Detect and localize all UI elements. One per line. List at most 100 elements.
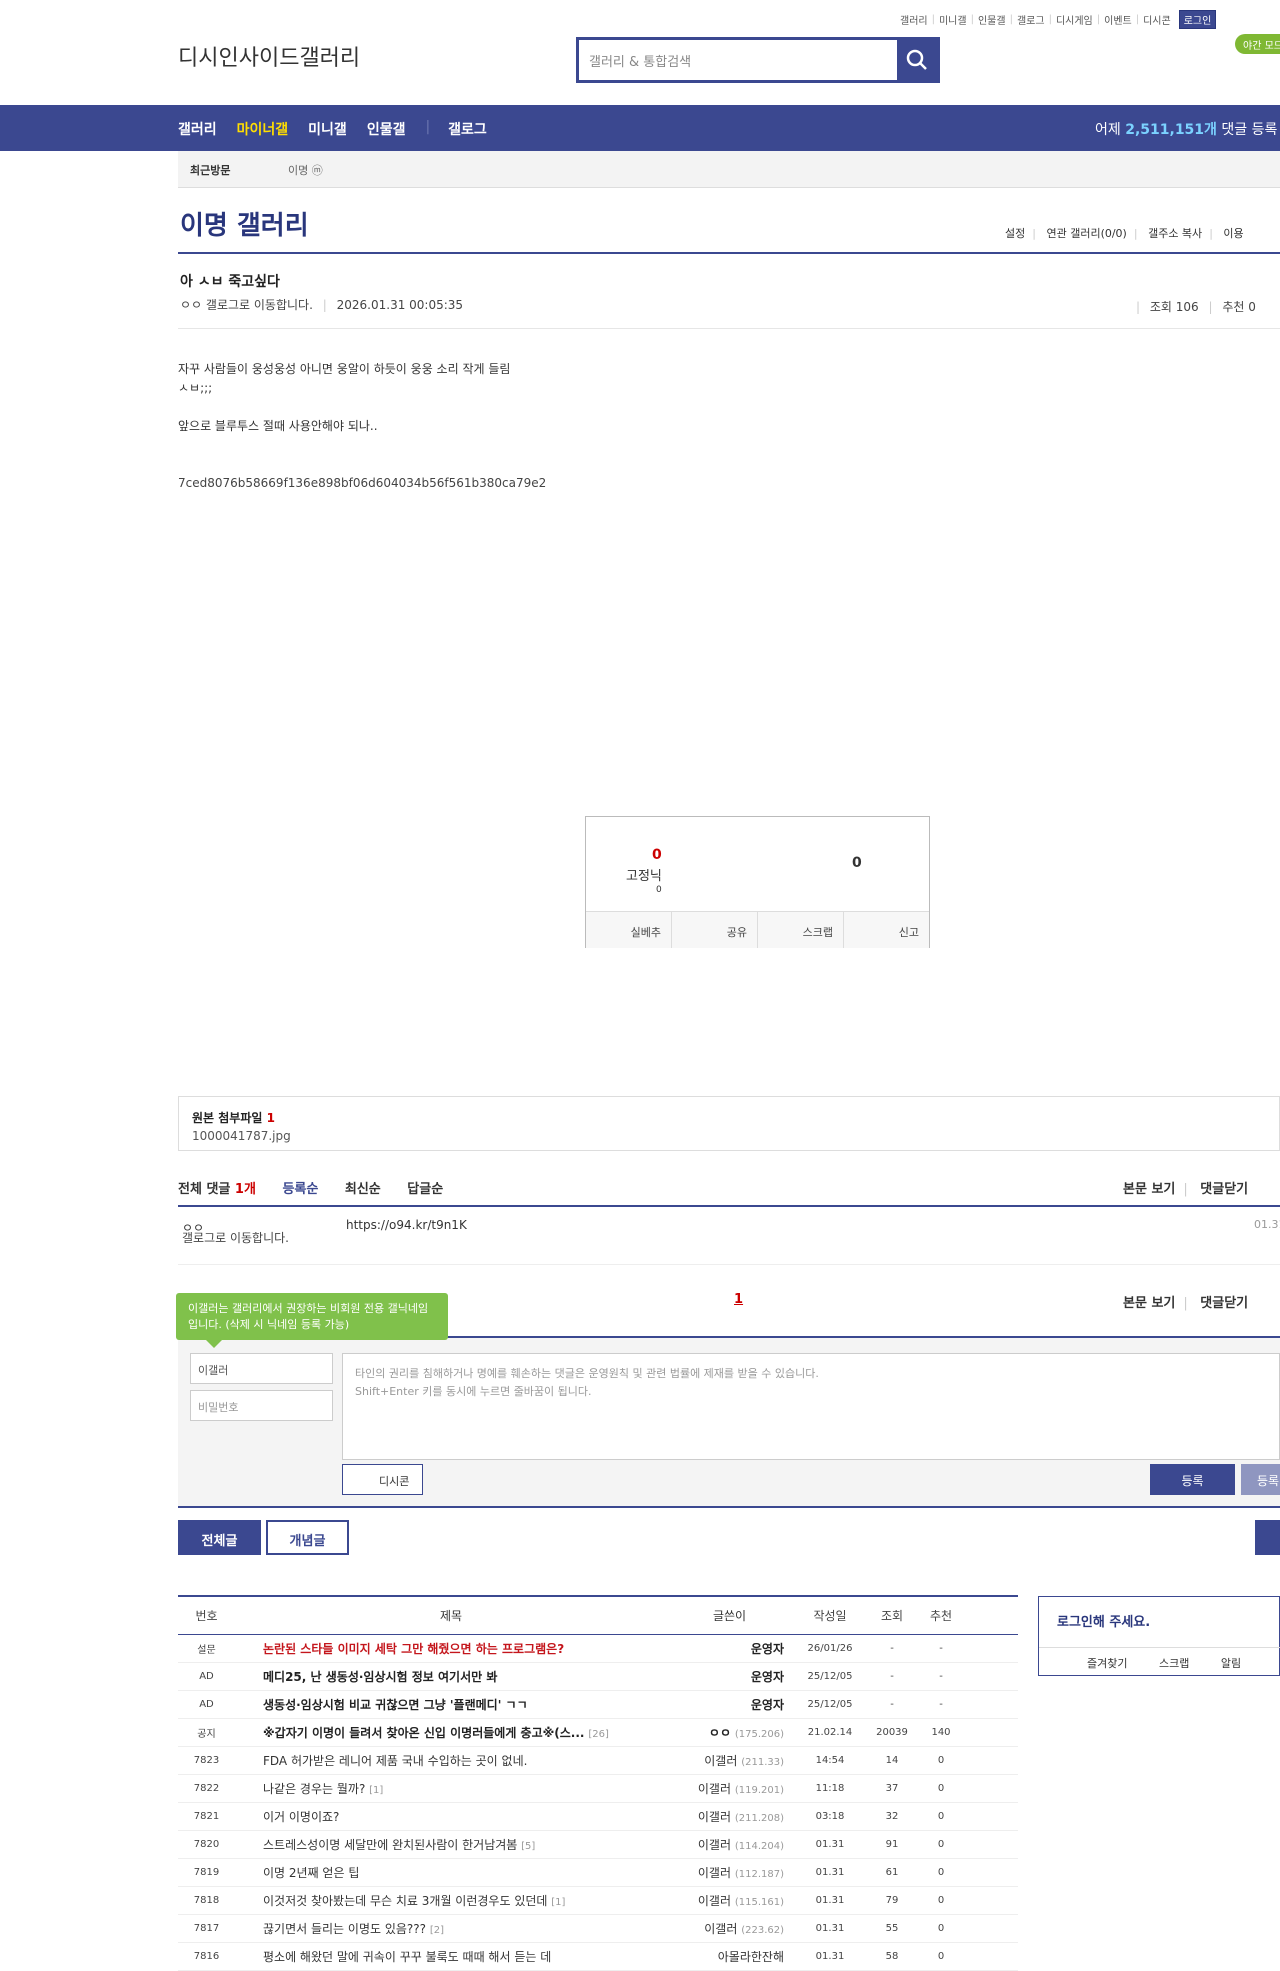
gallog-link-image[interactable]: 갤로그로 이동합니다.: [206, 298, 313, 312]
table-row[interactable]: AD 생동성·임상시험 비교 귀찮으면 그냥 '플랜메디' ㄱㄱ 운영자 25/1…: [178, 1691, 1018, 1719]
nav-gallery[interactable]: 갤러리: [178, 119, 217, 139]
table-row[interactable]: 7818 이것저것 찾아봤는데 무슨 치료 3개월 이런경우도 있던데 [1] 이갤…: [178, 1887, 1018, 1915]
row-title[interactable]: 이명 2년째 얻은 팁: [235, 1864, 667, 1881]
sort-registered[interactable]: 등록순: [282, 1182, 318, 1197]
row-title[interactable]: FDA 허가받은 레니어 제품 국내 수입하는 곳이 없네.: [235, 1752, 667, 1769]
row-writer-name[interactable]: 운영자: [751, 1642, 784, 1656]
top-link-mini[interactable]: 미니갤: [939, 12, 967, 27]
table-row[interactable]: 7816 평소에 해왔던 말에 귀속이 꾸꾸 불룩도 때때 해서 듣는 데 아몰라…: [178, 1943, 1018, 1971]
row-title[interactable]: 평소에 해왔던 말에 귀속이 꾸꾸 불룩도 때때 해서 듣는 데: [235, 1948, 667, 1965]
table-row[interactable]: 7817 끊기면서 들리는 이명도 있음??? [2] 이갤러 (223.62) 01…: [178, 1915, 1018, 1943]
close-comments-button-2[interactable]: 댓글닫기: [1200, 1296, 1248, 1311]
row-writer[interactable]: 이갤러 (119.201): [667, 1780, 792, 1797]
table-row[interactable]: 7822 나같은 경우는 뭘까? [1] 이갤러 (119.201) 11:18 37 0: [178, 1775, 1018, 1803]
submit-button[interactable]: 등록: [1150, 1464, 1235, 1495]
post-author[interactable]: ㅇㅇ: [180, 298, 202, 312]
row-title-text[interactable]: 끊기면서 들리는 이명도 있음???: [263, 1922, 426, 1936]
comment-text[interactable]: https://o94.kr/t9n1K: [346, 1218, 467, 1232]
row-comment-count[interactable]: [26]: [588, 1729, 609, 1740]
row-writer-name[interactable]: 이갤러: [704, 1754, 737, 1768]
row-writer-name[interactable]: 이갤러: [698, 1894, 731, 1908]
row-title[interactable]: 생동성·임상시험 비교 귀찮으면 그냥 '플랜메디' ㄱㄱ: [235, 1696, 667, 1713]
login-button[interactable]: 로그인: [1178, 10, 1217, 29]
row-title[interactable]: 이것저것 찾아봤는데 무슨 치료 3개월 이런경우도 있던데 [1]: [235, 1892, 667, 1909]
row-writer[interactable]: 운영자: [667, 1640, 792, 1657]
row-title-text[interactable]: 생동성·임상시험 비교 귀찮으면 그냥 '플랜메디' ㄱㄱ: [263, 1698, 528, 1712]
row-title-text[interactable]: FDA 허가받은 레니어 제품 국내 수입하는 곳이 없네.: [263, 1754, 527, 1768]
row-writer[interactable]: 운영자: [667, 1668, 792, 1685]
sort-latest[interactable]: 최신순: [345, 1182, 381, 1197]
top-link-game[interactable]: 디시게임: [1056, 12, 1093, 27]
night-mode-button[interactable]: 야간 모드: [1235, 34, 1280, 54]
row-title[interactable]: 이거 이명이죠?: [235, 1808, 667, 1825]
top-link-gallery[interactable]: 갤러리: [900, 12, 928, 27]
comment-page-1[interactable]: 1: [734, 1292, 743, 1307]
submit-recommend-button[interactable]: 등록+추천: [1241, 1464, 1280, 1495]
search-input[interactable]: 갤러리 & 통합검색: [579, 40, 897, 80]
nickname-field[interactable]: 이갤러: [190, 1353, 333, 1384]
gallery-title[interactable]: 이명 갤러리: [180, 205, 309, 242]
nav-gallog[interactable]: 갤로그: [448, 119, 487, 139]
copy-gallery-address[interactable]: 갤주소 복사: [1148, 227, 1202, 240]
table-row[interactable]: 7823 FDA 허가받은 레니어 제품 국내 수입하는 곳이 없네. 이갤러 (…: [178, 1747, 1018, 1775]
sort-replies[interactable]: 답글순: [407, 1182, 443, 1197]
row-writer-name[interactable]: 운영자: [751, 1698, 784, 1712]
top-link-event[interactable]: 이벤트: [1104, 12, 1132, 27]
row-title[interactable]: 메디25, 난 생동성·임상시험 정보 여기서만 봐: [235, 1668, 667, 1685]
row-title-text[interactable]: 메디25, 난 생동성·임상시험 정보 여기서만 봐: [263, 1670, 497, 1684]
table-row[interactable]: 7821 이거 이명이죠? 이갤러 (211.208) 03:18 32 0: [178, 1803, 1018, 1831]
scrap-link[interactable]: 스크랩: [1159, 1657, 1189, 1670]
login-prompt[interactable]: 로그인해 주세요.: [1057, 1611, 1150, 1630]
row-writer[interactable]: 이갤러 (211.33): [667, 1752, 792, 1769]
notification-link[interactable]: 알림: [1221, 1657, 1241, 1670]
dccon-button[interactable]: 디시콘: [342, 1464, 423, 1495]
row-writer-name[interactable]: 아몰라한잔해: [718, 1950, 784, 1964]
favorites-link[interactable]: 즐겨찾기: [1087, 1657, 1127, 1670]
row-writer-name[interactable]: 이갤러: [704, 1922, 737, 1936]
row-writer[interactable]: 이갤러 (115.161): [667, 1892, 792, 1909]
recent-visit-item[interactable]: 이명 ⓜ: [288, 162, 323, 178]
row-comment-count[interactable]: [1]: [369, 1785, 383, 1796]
row-comment-count[interactable]: [1]: [551, 1897, 565, 1908]
recent-visit-label[interactable]: 최근방문: [190, 162, 230, 178]
row-title[interactable]: 논란된 스타들 이미지 세탁 그만 해줬으면 하는 프로그램은?: [235, 1640, 667, 1657]
gallery-usage[interactable]: 이용: [1223, 227, 1243, 240]
scrap-button[interactable]: 스크랩: [758, 912, 844, 948]
password-field[interactable]: 비밀번호: [190, 1390, 333, 1421]
nav-mini-gallery[interactable]: 미니갤: [308, 119, 347, 139]
site-logo[interactable]: 디시인사이드갤러리: [178, 40, 360, 72]
row-writer-name[interactable]: 이갤러: [698, 1838, 731, 1852]
row-writer-name[interactable]: 이갤러: [698, 1810, 731, 1824]
tab-all-posts[interactable]: 전체글: [178, 1520, 261, 1555]
row-title-text[interactable]: 이거 이명이죠?: [263, 1810, 339, 1824]
table-row[interactable]: 공지 ※갑자기 이명이 들려서 찾아온 신입 이명러들에게 충고※(스... [2…: [178, 1719, 1018, 1747]
row-title[interactable]: 끊기면서 들리는 이명도 있음??? [2]: [235, 1920, 667, 1937]
row-writer-name[interactable]: 이갤러: [698, 1782, 731, 1796]
row-comment-count[interactable]: [2]: [430, 1925, 444, 1936]
table-row[interactable]: 7819 이명 2년째 얻은 팁 이갤러 (112.187) 01.31 61 0: [178, 1859, 1018, 1887]
view-post-button-2[interactable]: 본문 보기: [1123, 1296, 1175, 1311]
attachment-file[interactable]: 1000041787.jpg: [192, 1129, 1266, 1143]
table-row[interactable]: AD 메디25, 난 생동성·임상시험 정보 여기서만 봐 운영자 25/12/0…: [178, 1663, 1018, 1691]
row-title-text[interactable]: 평소에 해왔던 말에 귀속이 꾸꾸 불룩도 때때 해서 듣는 데: [263, 1950, 551, 1964]
row-title-text[interactable]: 이것저것 찾아봤는데 무슨 치료 3개월 이런경우도 있던데: [263, 1894, 547, 1908]
related-galleries[interactable]: 연관 갤러리(0/0): [1046, 227, 1126, 240]
row-title-text[interactable]: 이명 2년째 얻은 팁: [263, 1866, 359, 1880]
real-best-button[interactable]: 실베추: [586, 912, 672, 948]
row-writer[interactable]: 이갤러 (211.208): [667, 1808, 792, 1825]
tab-concept-posts[interactable]: 개념글: [266, 1520, 349, 1555]
row-writer-name[interactable]: 운영자: [751, 1670, 784, 1684]
row-writer[interactable]: 이갤러 (114.204): [667, 1836, 792, 1853]
row-title-text[interactable]: ※갑자기 이명이 들려서 찾아온 신입 이명러들에게 충고※(스...: [263, 1726, 584, 1740]
row-writer-name[interactable]: ㅇㅇ: [709, 1726, 731, 1740]
nav-person-gallery[interactable]: 인물갤: [367, 119, 406, 139]
row-title-text[interactable]: 스트레스성이명 세달만에 완치된사람이 한거남겨봄: [263, 1838, 517, 1852]
row-title[interactable]: ※갑자기 이명이 들려서 찾아온 신입 이명러들에게 충고※(스... [26]: [235, 1724, 667, 1741]
share-button[interactable]: 공유: [672, 912, 758, 948]
gallery-settings[interactable]: 설정: [1005, 227, 1025, 240]
close-comments-button[interactable]: 댓글닫기: [1200, 1182, 1248, 1197]
nav-minor-gallery[interactable]: 마이너갤: [237, 119, 289, 139]
row-writer[interactable]: 이갤러 (112.187): [667, 1864, 792, 1881]
row-writer[interactable]: 이갤러 (223.62): [667, 1920, 792, 1937]
report-button[interactable]: 신고: [844, 912, 929, 948]
